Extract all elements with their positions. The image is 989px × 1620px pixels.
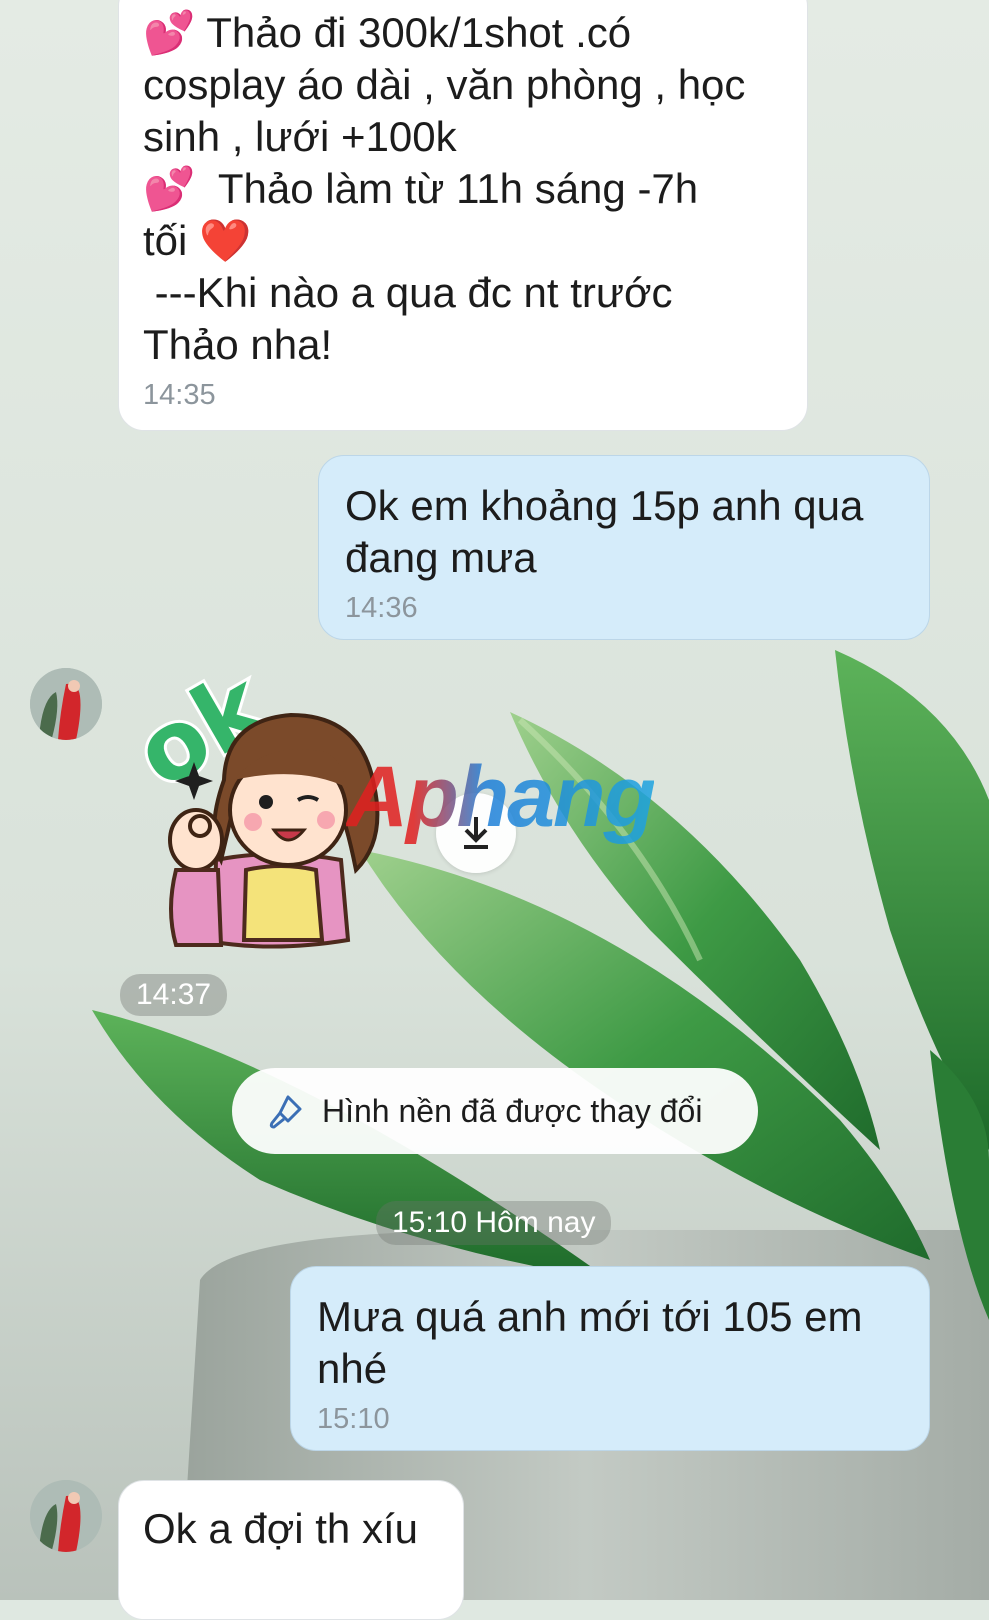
sender-avatar[interactable] (30, 1480, 102, 1552)
message-text: Ok a đợi th xíu (143, 1505, 418, 1552)
message-timestamp: 14:36 (345, 592, 418, 624)
watermark-logo: Aphang (346, 749, 656, 845)
message-timestamp: 15:10 (317, 1403, 390, 1435)
outgoing-message-bubble[interactable]: Mưa quá anh mới tới 105 em nhé 15:10 (290, 1266, 930, 1451)
incoming-message-bubble[interactable]: Ok a đợi th xíu (118, 1480, 464, 1620)
message-text: Mưa quá anh mới tới 105 em nhé (317, 1293, 875, 1392)
outgoing-message-bubble[interactable]: Ok em khoảng 15p anh qua đang mưa 14:36 (318, 455, 930, 640)
date-separator: 15:10 Hôm nay (376, 1201, 612, 1245)
message-text: 💕 Thảo đi 300k/1shot .có cosplay áo dài ,… (143, 9, 746, 368)
sticker-timestamp: 14:37 (120, 974, 228, 1016)
incoming-message-bubble[interactable]: 💕 Thảo đi 300k/1shot .có cosplay áo dài ,… (118, 0, 808, 431)
paint-brush-icon (269, 1095, 302, 1129)
wallpaper-changed-notice[interactable]: Hình nền đã được thay đổi (232, 1068, 758, 1154)
message-timestamp: 14:35 (143, 379, 216, 411)
system-notice-text: Hình nền đã được thay đổi (322, 1092, 703, 1129)
sender-avatar[interactable] (30, 668, 102, 740)
message-text: Ok em khoảng 15p anh qua đang mưa (345, 482, 876, 581)
